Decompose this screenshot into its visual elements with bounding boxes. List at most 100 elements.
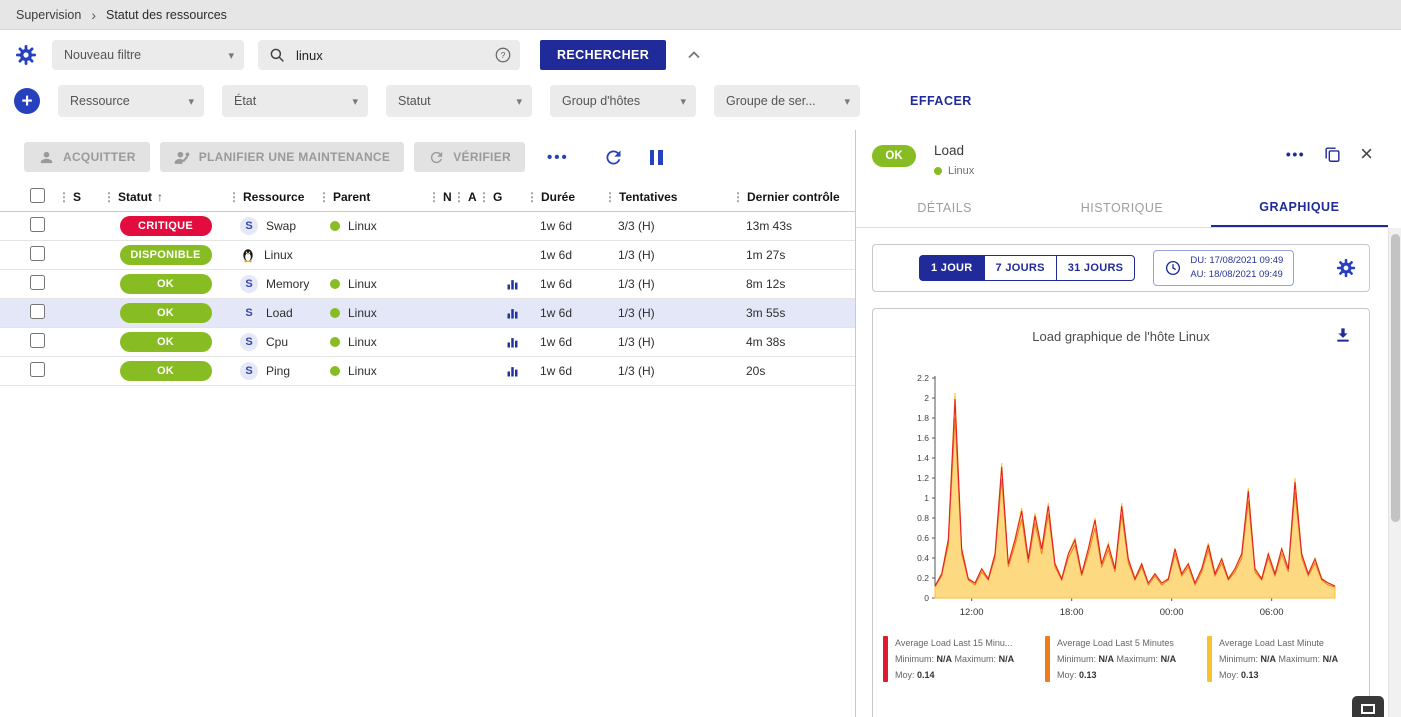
search-button[interactable]: RECHERCHER	[540, 40, 666, 70]
criteria-state-select[interactable]: État▾	[222, 85, 368, 117]
search-input[interactable]	[294, 47, 486, 64]
detail-panel-header: OK Load Linux ••• ×	[856, 130, 1401, 188]
criteria-status-select[interactable]: Statut▾	[386, 85, 532, 117]
legend-item[interactable]: Average Load Last 15 Minu... Minimum: N/…	[883, 636, 1037, 683]
resource-name[interactable]: Linux	[264, 248, 293, 262]
panel-scrollbar[interactable]	[1388, 228, 1401, 717]
drag-handle-icon[interactable]: ⋮	[478, 190, 490, 204]
drag-handle-icon[interactable]: ⋮	[732, 190, 744, 204]
graph-settings-gear-icon[interactable]	[1335, 257, 1357, 279]
column-header-g[interactable]: ⋮G	[478, 190, 526, 204]
criteria-servicegroup-select[interactable]: Groupe de ser...▾	[714, 85, 860, 117]
panel-tabs: DÉTAILS HISTORIQUE GRAPHIQUE	[856, 188, 1388, 228]
legend-item[interactable]: Average Load Last 5 Minutes Minimum: N/A…	[1045, 636, 1199, 683]
legend-color-bar	[883, 636, 888, 682]
resource-name[interactable]: Memory	[266, 277, 309, 291]
drag-handle-icon[interactable]: ⋮	[58, 190, 70, 204]
graph-icon[interactable]	[505, 306, 520, 321]
column-header-duration[interactable]: ⋮Durée	[526, 190, 604, 204]
select-all-checkbox[interactable]	[30, 188, 45, 203]
scrollbar-thumb[interactable]	[1391, 234, 1400, 522]
host-status-dot	[330, 337, 340, 347]
legend-item[interactable]: Average Load Last Minute Minimum: N/A Ma…	[1207, 636, 1361, 683]
column-header-parent[interactable]: ⋮Parent	[318, 190, 428, 204]
graph-icon[interactable]	[505, 364, 520, 379]
copy-link-icon[interactable]	[1323, 145, 1342, 164]
breadcrumb-item-supervision[interactable]: Supervision	[16, 8, 81, 22]
drag-handle-icon[interactable]: ⋮	[103, 190, 115, 204]
panel-subtitle[interactable]: Linux	[948, 165, 974, 177]
drag-handle-icon[interactable]: ⋮	[428, 190, 440, 204]
table-row[interactable]: DISPONIBLE Linux 1w 6d 1/3 (H) 1m 27s	[0, 241, 855, 270]
graph-icon[interactable]	[505, 277, 520, 292]
table-row[interactable]: OK SCpu Linux 1w 6d 1/3 (H) 4m 38s	[0, 328, 855, 357]
parent-name[interactable]: Linux	[348, 335, 377, 349]
parent-name[interactable]: Linux	[348, 219, 377, 233]
panel-more-icon[interactable]: •••	[1286, 146, 1305, 162]
drag-handle-icon[interactable]: ⋮	[453, 190, 465, 204]
filter-gear-icon[interactable]	[14, 43, 38, 67]
help-icon[interactable]: ?	[494, 46, 512, 64]
tab-history[interactable]: HISTORIQUE	[1033, 188, 1210, 227]
graph-icon[interactable]	[505, 335, 520, 350]
range-7days-button[interactable]: 7 JOURS	[984, 255, 1057, 281]
table-row[interactable]: OK SPing Linux 1w 6d 1/3 (H) 20s	[0, 357, 855, 386]
parent-name[interactable]: Linux	[348, 306, 377, 320]
criteria-resource-select[interactable]: Ressource▾	[58, 85, 204, 117]
column-header-n[interactable]: ⋮N	[428, 190, 453, 204]
duration-cell: 1w 6d	[526, 335, 604, 349]
resource-name[interactable]: Load	[266, 306, 293, 320]
row-checkbox[interactable]	[30, 304, 45, 319]
parent-name[interactable]: Linux	[348, 277, 377, 291]
svg-text:2: 2	[924, 393, 929, 403]
refresh-icon[interactable]	[603, 147, 624, 168]
more-actions-icon[interactable]: •••	[547, 149, 569, 166]
breadcrumb-item-current[interactable]: Statut des ressources	[106, 8, 227, 22]
column-header-status[interactable]: ⋮Statut↑	[103, 190, 228, 204]
tab-details[interactable]: DÉTAILS	[856, 188, 1033, 227]
filter-section: Nouveau filtre ▾ ? RECHERCHER + Ressourc…	[0, 30, 1401, 130]
fullscreen-button[interactable]	[1352, 696, 1384, 717]
drag-handle-icon[interactable]: ⋮	[318, 190, 330, 204]
row-checkbox[interactable]	[30, 217, 45, 232]
range-31days-button[interactable]: 31 JOURS	[1056, 255, 1136, 281]
saved-filter-select[interactable]: Nouveau filtre ▾	[52, 40, 244, 70]
row-checkbox[interactable]	[30, 246, 45, 261]
last-check-cell: 8m 12s	[732, 277, 855, 291]
drag-handle-icon[interactable]: ⋮	[604, 190, 616, 204]
breadcrumb: Supervision › Statut des ressources	[0, 0, 1401, 30]
table-row[interactable]: OK SLoad Linux 1w 6d 1/3 (H) 3m 55s	[0, 299, 855, 328]
date-range-picker[interactable]: DU: 17/08/2021 09:49 AU: 18/08/2021 09:4…	[1153, 250, 1294, 286]
table-row[interactable]: OK SMemory Linux 1w 6d 1/3 (H) 8m 12s	[0, 270, 855, 299]
check-button[interactable]: VÉRIFIER	[414, 142, 525, 172]
row-checkbox[interactable]	[30, 275, 45, 290]
sort-asc-icon: ↑	[157, 190, 163, 204]
clear-filters-button[interactable]: EFFACER	[904, 93, 978, 109]
range-1day-button[interactable]: 1 JOUR	[919, 255, 985, 281]
time-range-group: 1 JOUR 7 JOURS 31 JOURS	[919, 255, 1135, 281]
table-row[interactable]: CRITIQUE SSwap Linux 1w 6d 3/3 (H) 13m 4…	[0, 212, 855, 241]
column-header-last-check[interactable]: ⋮Dernier contrôle	[732, 190, 855, 204]
resource-name[interactable]: Ping	[266, 364, 290, 378]
column-header-tries[interactable]: ⋮Tentatives	[604, 190, 732, 204]
column-header-a[interactable]: ⋮A	[453, 190, 478, 204]
downtime-button[interactable]: PLANIFIER UNE MAINTENANCE	[160, 142, 405, 172]
parent-name[interactable]: Linux	[348, 364, 377, 378]
column-header-resource[interactable]: ⋮Ressource	[228, 190, 318, 204]
acknowledge-button[interactable]: ACQUITTER	[24, 142, 150, 172]
collapse-filters-icon[interactable]	[684, 45, 704, 65]
row-checkbox[interactable]	[30, 362, 45, 377]
pause-icon[interactable]	[650, 150, 663, 165]
drag-handle-icon[interactable]: ⋮	[526, 190, 538, 204]
column-header-severity[interactable]: ⋮S	[58, 190, 103, 204]
tab-graph[interactable]: GRAPHIQUE	[1211, 188, 1388, 227]
drag-handle-icon[interactable]: ⋮	[228, 190, 240, 204]
criteria-hostgroup-select[interactable]: Group d'hôtes▾	[550, 85, 696, 117]
download-icon[interactable]	[1333, 325, 1353, 348]
row-checkbox[interactable]	[30, 333, 45, 348]
close-icon[interactable]: ×	[1360, 143, 1373, 165]
status-badge: OK	[120, 332, 212, 352]
add-criteria-button[interactable]: +	[14, 88, 40, 114]
resource-name[interactable]: Cpu	[266, 335, 288, 349]
resource-name[interactable]: Swap	[266, 219, 296, 233]
